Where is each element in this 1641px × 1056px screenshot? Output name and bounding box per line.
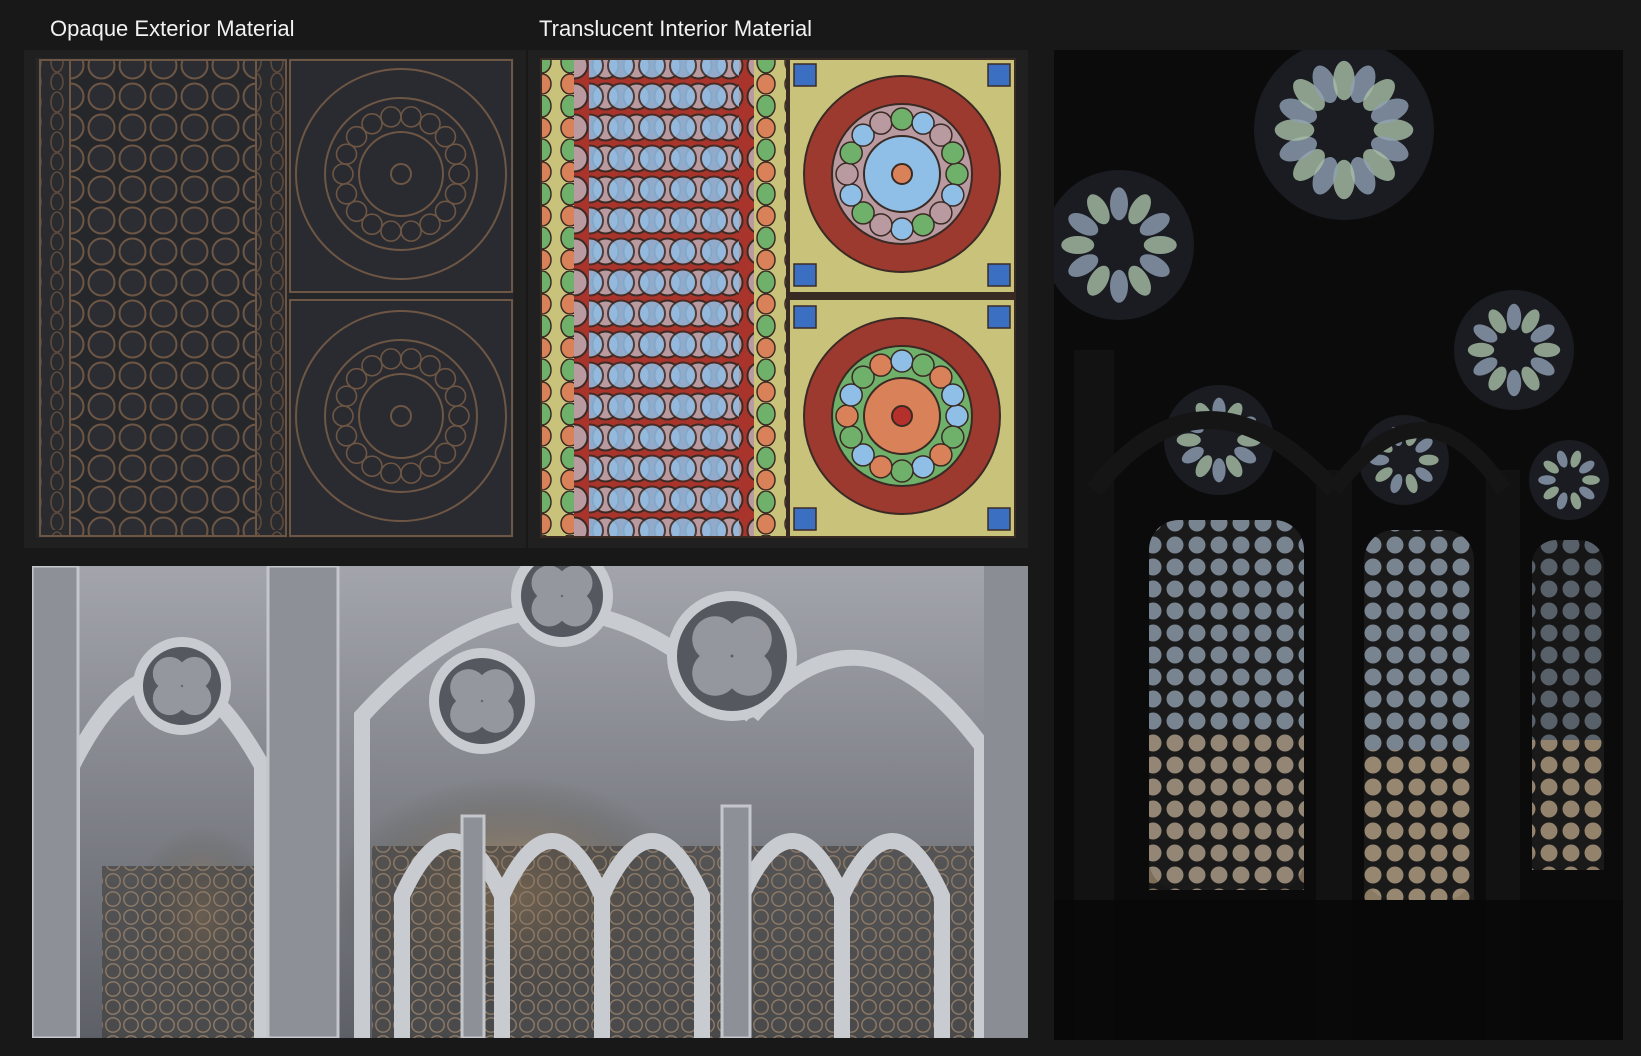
opaque-material-label: Opaque Exterior Material — [50, 16, 295, 41]
decor-circle — [839, 425, 863, 449]
quatrefoil-lobe — [557, 566, 593, 601]
rose-petal — [1582, 475, 1600, 485]
rose-petal — [1212, 458, 1226, 483]
rose-petal — [1533, 342, 1561, 358]
decor-circle — [945, 162, 969, 186]
rose-petal — [1538, 475, 1556, 485]
quatrefoil-lobe — [177, 656, 212, 691]
rose-petal — [1506, 369, 1522, 397]
translucent-material-label: Translucent Interior Material — [539, 16, 813, 41]
exterior-render — [32, 566, 1028, 1038]
decor-circle — [835, 404, 859, 428]
rose-petal — [1418, 454, 1439, 466]
rose-petal — [1506, 303, 1522, 331]
decor-circle — [839, 183, 863, 207]
rose-petal — [1110, 269, 1128, 303]
rose-petal — [1467, 342, 1495, 358]
decor-circle — [890, 349, 914, 373]
interior-render — [1054, 50, 1623, 1040]
decor-circle — [911, 213, 935, 237]
rose-petal — [1176, 433, 1201, 447]
decor-circle — [911, 455, 935, 479]
quatrefoil-lobe — [726, 616, 772, 662]
decor-circle — [869, 111, 893, 135]
decor-circle — [835, 162, 859, 186]
decor-circle — [869, 353, 893, 377]
decor-circle — [941, 141, 965, 165]
opaque-material-swatch — [24, 50, 526, 548]
decor-circle — [945, 404, 969, 428]
decor-circle — [941, 383, 965, 407]
rose-petal — [1061, 236, 1095, 254]
decor-circle — [890, 459, 914, 483]
translucent-material-swatch — [528, 50, 1028, 548]
rose-petal — [1110, 187, 1128, 221]
decor-circle — [890, 217, 914, 241]
decor-circle — [890, 107, 914, 131]
rose-petal — [1143, 236, 1177, 254]
quatrefoil-lobe — [477, 669, 514, 706]
